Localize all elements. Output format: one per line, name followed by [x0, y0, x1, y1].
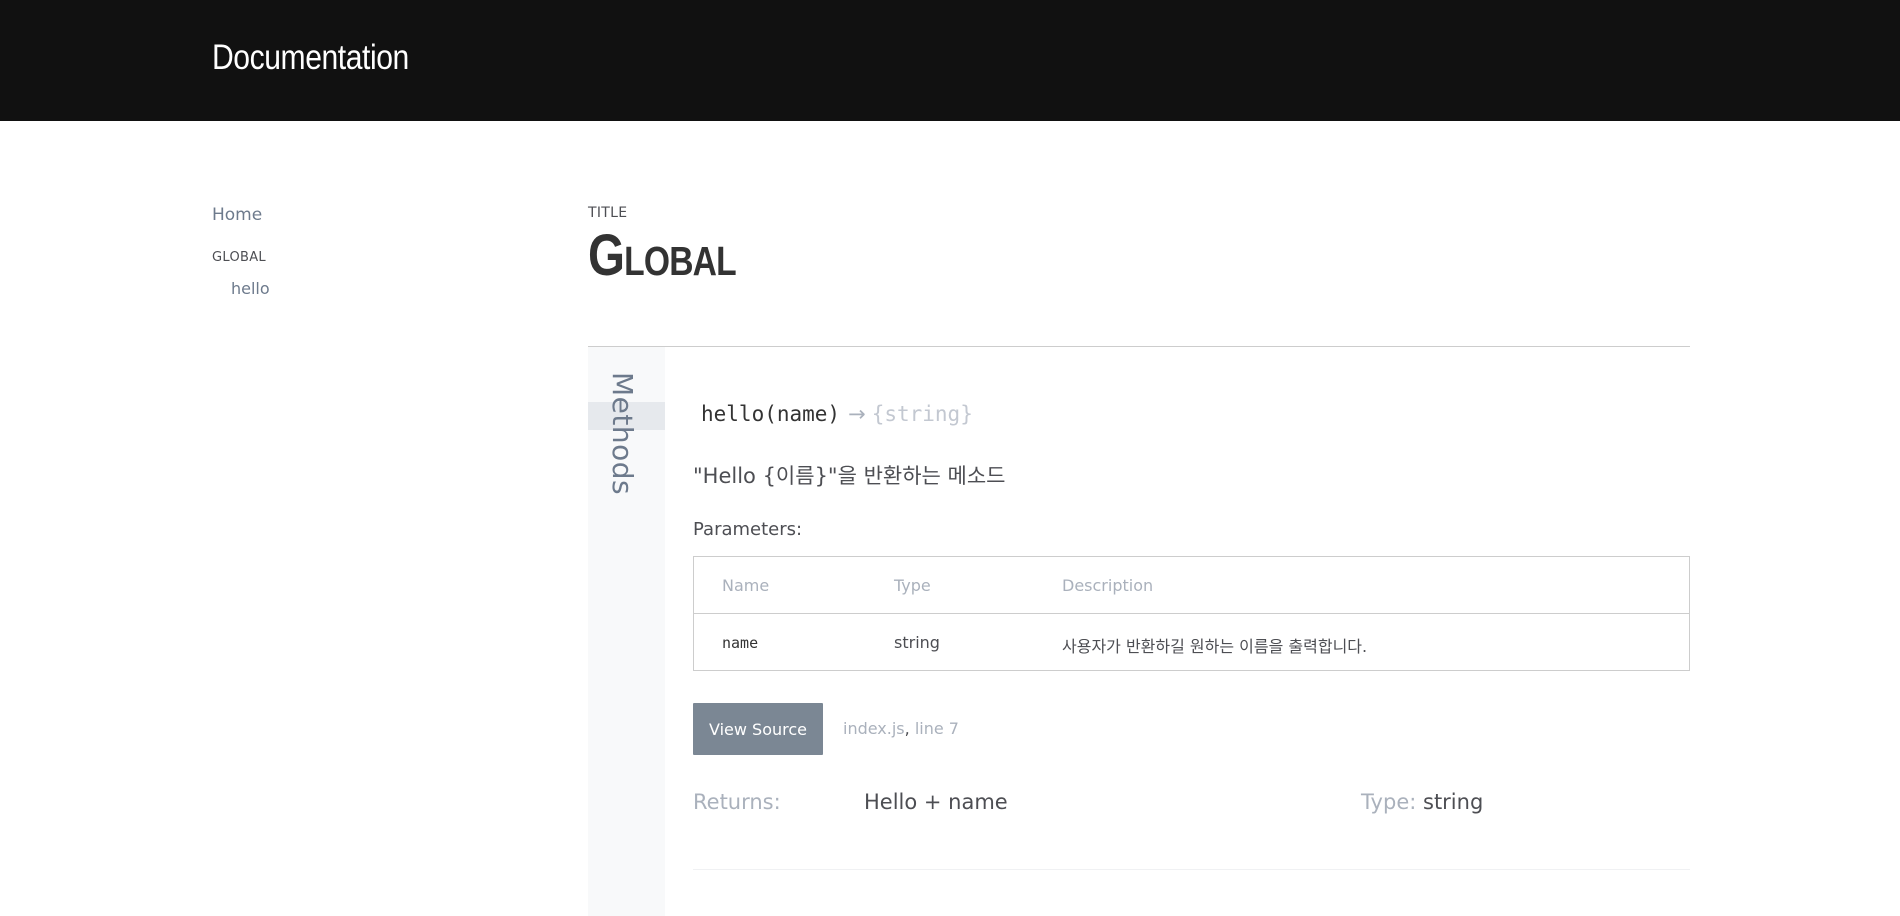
method-signature: hello(name) → {string}	[701, 402, 973, 426]
param-type-cell: string	[894, 633, 940, 652]
page-kicker: TITLE	[588, 205, 628, 221]
source-line-link[interactable]: line 7	[915, 719, 959, 738]
brand-link[interactable]: Documentation	[212, 38, 409, 78]
page-title: Global	[588, 223, 737, 288]
column-header-name: Name	[722, 576, 770, 595]
view-source-button[interactable]: View Source	[693, 703, 823, 755]
section-divider	[588, 346, 1690, 347]
method-name: hello(name)	[701, 402, 841, 426]
method-return-type: {string}	[871, 402, 973, 426]
column-header-type: Type	[894, 576, 931, 595]
sidebar-item-hello[interactable]: hello	[231, 279, 512, 298]
return-type-value: string	[1423, 790, 1484, 814]
methods-section-label: Methods	[606, 372, 639, 496]
returns-value: Hello + name	[864, 790, 1008, 814]
source-separator: ,	[904, 719, 910, 738]
return-type: Type: string	[1361, 790, 1483, 814]
param-name-cell: name	[722, 634, 759, 652]
top-bar: Documentation	[0, 0, 1900, 121]
sidebar-item-home[interactable]: Home	[212, 205, 512, 225]
parameters-table-header: Name Type Description	[694, 557, 1689, 614]
sidebar-nav: Home GLOBAL hello	[212, 200, 512, 298]
column-header-description: Description	[1062, 576, 1154, 595]
source-reference: index.js, line 7	[843, 719, 959, 738]
parameters-title: Parameters:	[693, 519, 803, 540]
source-file-link[interactable]: index.js	[843, 719, 905, 738]
main-content: TITLE Global	[588, 200, 1690, 288]
sidebar-section-heading: GLOBAL	[212, 250, 266, 265]
param-description-cell: 사용자가 반환하길 원하는 이름을 출력합니다.	[1062, 637, 1368, 656]
arrow-icon: →	[848, 402, 866, 426]
bottom-divider	[693, 869, 1690, 870]
return-type-label: Type:	[1361, 790, 1417, 814]
parameters-table: Name Type Description name string 사용자가 반…	[693, 556, 1690, 671]
method-description: "Hello {이름}"을 반환하는 메소드	[693, 464, 1006, 488]
returns-label: Returns:	[693, 790, 781, 814]
